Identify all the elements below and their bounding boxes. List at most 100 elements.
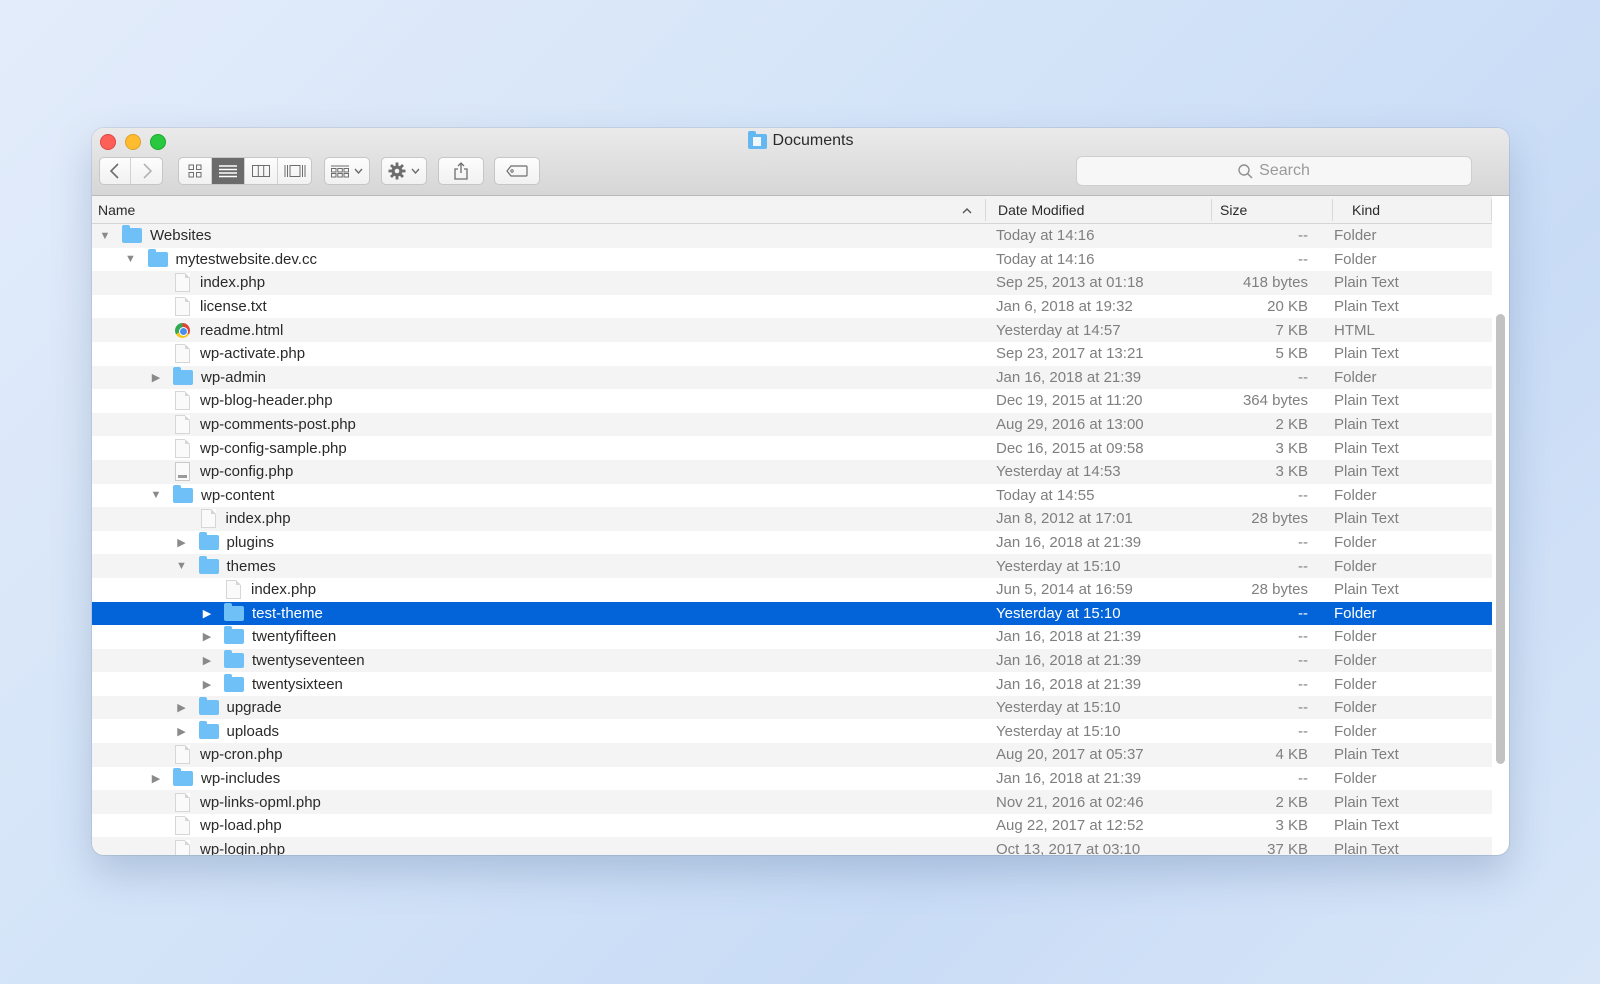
file-name: wp-blog-header.php — [200, 392, 333, 410]
disclosure-collapsed-icon[interactable]: ▶ — [200, 678, 214, 691]
file-row[interactable]: wp-activate.php Sep 23, 2017 at 13:21 5 KB… — [92, 342, 1492, 366]
file-kind: Plain Text — [1334, 439, 1399, 457]
column-divider[interactable] — [1332, 199, 1333, 221]
navigation-buttons — [99, 157, 163, 185]
file-size: -- — [1298, 486, 1308, 504]
folder-row[interactable]: ▶ uploads Yesterday at 15:10 -- Folder — [92, 719, 1492, 743]
file-row[interactable]: wp-cron.php Aug 20, 2017 at 05:37 4 KB Plai… — [92, 743, 1492, 767]
disclosure-expanded-icon[interactable]: ▼ — [124, 253, 138, 265]
folder-row[interactable]: ▶ wp-includes Jan 16, 2018 at 21:39 -- Folde… — [92, 767, 1492, 791]
date-modified: Dec 16, 2015 at 09:58 — [996, 439, 1144, 457]
file-row[interactable]: wp-comments-post.php Aug 29, 2016 at 13:0… — [92, 412, 1492, 437]
column-divider[interactable] — [1491, 199, 1492, 221]
folder-row[interactable]: ▶ upgrade Yesterday at 15:10 -- Folder — [92, 695, 1492, 720]
date-modified: Today at 14:16 — [996, 250, 1095, 268]
file-row[interactable]: wp-load.php Aug 22, 2017 at 12:52 3 KB Plai… — [92, 814, 1492, 838]
disclosure-collapsed-icon[interactable]: ▶ — [200, 654, 214, 667]
file-name: wp-cron.php — [200, 746, 283, 764]
date-modified: Jan 16, 2018 at 21:39 — [996, 769, 1142, 787]
icon-view-button[interactable] — [179, 158, 212, 184]
folder-row[interactable]: ▼ Websites Today at 14:16 -- Folder — [92, 224, 1492, 248]
file-kind: Folder — [1334, 250, 1377, 268]
date-modified: Jan 16, 2018 at 21:39 — [996, 651, 1142, 669]
date-modified: Sep 25, 2013 at 01:18 — [996, 274, 1144, 292]
disclosure-collapsed-icon[interactable]: ▶ — [149, 371, 163, 384]
folder-icon — [198, 532, 219, 551]
gallery-view-button[interactable] — [278, 158, 311, 184]
folder-row[interactable]: ▼ mytestwebsite.dev.cc Today at 14:16 -- Fol… — [92, 248, 1492, 272]
folder-icon — [173, 767, 193, 786]
search-field[interactable]: Search — [1076, 156, 1472, 186]
sort-ascending-icon[interactable] — [962, 196, 972, 224]
chrome-html-icon — [175, 322, 190, 338]
file-kind: Plain Text — [1334, 463, 1399, 481]
group-grid-icon — [331, 165, 349, 177]
action-menu-button[interactable] — [381, 157, 427, 185]
document-icon — [175, 839, 190, 855]
file-size: 3 KB — [1275, 439, 1308, 457]
folder-row[interactable]: ▼ themes Yesterday at 15:10 -- Folder — [92, 554, 1492, 578]
file-name: wp-includes — [201, 769, 281, 787]
folder-row[interactable]: ▶ twentyfifteen Jan 16, 2018 at 21:39 -- Fol… — [92, 625, 1492, 649]
column-divider[interactable] — [1211, 199, 1212, 221]
column-header-date[interactable]: Date Modified — [998, 196, 1084, 224]
file-size: 37 KB — [1267, 840, 1308, 855]
file-size: -- — [1298, 604, 1308, 622]
column-header-size[interactable]: Size — [1220, 196, 1247, 224]
file-row[interactable]: wp-login.php Oct 13, 2017 at 03:10 37 KB Pl… — [92, 837, 1492, 855]
folder-icon — [224, 626, 244, 645]
folder-row[interactable]: ▶ test-theme Yesterday at 15:10 -- Folder — [92, 601, 1492, 626]
file-row[interactable]: wp-blog-header.php Dec 19, 2015 at 11:20 3… — [92, 389, 1492, 413]
file-size: -- — [1298, 769, 1308, 787]
folder-row[interactable]: ▶ wp-admin Jan 16, 2018 at 21:39 -- Folder — [92, 365, 1492, 390]
script-file-icon — [175, 462, 190, 482]
back-button[interactable] — [100, 158, 131, 184]
date-modified: Jan 16, 2018 at 21:39 — [996, 628, 1142, 646]
vertical-scrollbar[interactable] — [1496, 314, 1505, 764]
title-bar: Documents Search — [92, 128, 1509, 196]
disclosure-collapsed-icon[interactable]: ▶ — [175, 701, 189, 714]
file-row[interactable]: readme.html Yesterday at 14:57 7 KB HTML — [92, 318, 1492, 342]
disclosure-expanded-icon[interactable]: ▼ — [98, 230, 112, 242]
date-modified: Yesterday at 15:10 — [996, 557, 1121, 575]
file-size: 2 KB — [1275, 793, 1308, 811]
file-row[interactable]: wp-links-opml.php Nov 21, 2016 at 02:46 2 … — [92, 790, 1492, 814]
name-cell: ▶ test-theme — [200, 602, 323, 626]
column-header-kind[interactable]: Kind — [1352, 196, 1380, 224]
folder-row[interactable]: ▶ twentysixteen Jan 16, 2018 at 21:39 -- Fol… — [92, 672, 1492, 696]
file-size: -- — [1298, 651, 1308, 669]
disclosure-expanded-icon[interactable]: ▼ — [149, 489, 163, 501]
search-icon — [1238, 163, 1253, 179]
list-view-button[interactable] — [212, 158, 245, 184]
share-button[interactable] — [438, 157, 484, 185]
column-header-name[interactable]: Name — [98, 196, 135, 224]
disclosure-collapsed-icon[interactable]: ▶ — [200, 630, 214, 643]
column-divider[interactable] — [985, 199, 986, 221]
column-view-button[interactable] — [245, 158, 278, 184]
disclosure-expanded-icon[interactable]: ▼ — [175, 560, 189, 572]
file-kind: HTML — [1334, 321, 1375, 339]
file-row[interactable]: wp-config.php Yesterday at 14:53 3 KB Plain… — [92, 459, 1492, 484]
disclosure-collapsed-icon[interactable]: ▶ — [175, 536, 189, 549]
file-name: mytestwebsite.dev.cc — [175, 250, 317, 268]
file-row[interactable]: index.php Jun 5, 2014 at 16:59 28 bytes Pla… — [92, 578, 1492, 602]
file-row[interactable]: index.php Jan 8, 2012 at 17:01 28 bytes Pla… — [92, 507, 1492, 531]
disclosure-collapsed-icon[interactable]: ▶ — [149, 772, 163, 785]
document-icon — [200, 509, 216, 529]
document-icon — [175, 438, 190, 458]
folder-row[interactable]: ▶ plugins Jan 16, 2018 at 21:39 -- Folder — [92, 531, 1492, 555]
tags-button[interactable] — [494, 157, 540, 185]
name-cell: ▼ themes — [175, 554, 276, 578]
column-header-kind-label: Kind — [1352, 202, 1381, 218]
group-by-button[interactable] — [324, 157, 370, 185]
file-row[interactable]: wp-config-sample.php Dec 16, 2015 at 09:5… — [92, 436, 1492, 460]
file-kind: Plain Text — [1334, 817, 1399, 835]
file-row[interactable]: license.txt Jan 6, 2018 at 19:32 20 KB Plai… — [92, 295, 1492, 319]
file-kind: Folder — [1334, 604, 1377, 622]
folder-row[interactable]: ▶ twentyseventeen Jan 16, 2018 at 21:39 -- F… — [92, 648, 1492, 673]
folder-row[interactable]: ▼ wp-content Today at 14:55 -- Folder — [92, 484, 1492, 508]
file-row[interactable]: index.php Sep 25, 2013 at 01:18 418 bytes P… — [92, 271, 1492, 295]
disclosure-collapsed-icon[interactable]: ▶ — [175, 725, 189, 738]
forward-button[interactable] — [131, 158, 162, 184]
disclosure-collapsed-icon[interactable]: ▶ — [200, 607, 214, 620]
